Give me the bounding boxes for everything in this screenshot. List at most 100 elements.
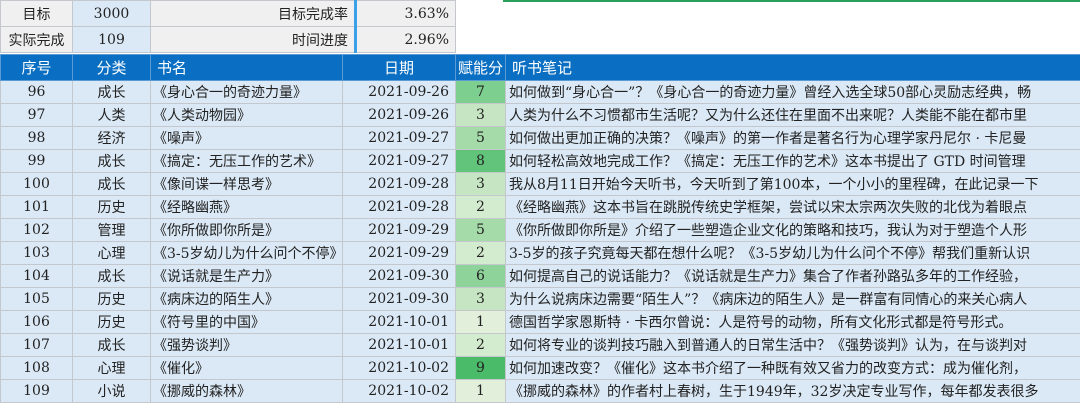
title-cell[interactable]: 《催化》 (150, 356, 343, 380)
header-category[interactable]: 分类 (72, 54, 151, 81)
date-cell[interactable]: 2021-09-28 (342, 195, 456, 219)
date-cell[interactable]: 2021-10-02 (342, 356, 456, 380)
note-cell[interactable]: 如何提高自己的说话能力？《说话就是生产力》集合了作者孙路弘多年的工作经验， (505, 264, 1080, 288)
note-cell[interactable]: 为什么说病床边需要“陌生人”？《病床边的陌生人》是一群富有同情心的来关心病人 (505, 287, 1080, 311)
title-cell[interactable]: 《经略幽燕》 (150, 195, 343, 219)
category-cell[interactable]: 历史 (72, 195, 151, 219)
score-cell[interactable]: 2 (455, 195, 506, 219)
title-cell[interactable]: 《符号里的中国》 (150, 310, 343, 334)
score-cell[interactable]: 7 (455, 80, 506, 104)
title-cell[interactable]: 《3-5岁幼儿为什么问个不停》 (150, 241, 343, 265)
note-cell[interactable]: 《经略幽燕》这本书旨在跳脱传统史学框架，尝试以宋太宗两次失败的北伐为着眼点 (505, 195, 1080, 219)
category-cell[interactable]: 成长 (72, 264, 151, 288)
date-cell[interactable]: 2021-09-26 (342, 103, 456, 127)
date-cell[interactable]: 2021-09-28 (342, 172, 456, 196)
note-cell[interactable]: 3-5岁的孩子究竟每天都在想什么呢？《3-5岁幼儿为什么问个不停》帮我们重新认识 (505, 241, 1080, 265)
category-cell[interactable]: 历史 (72, 310, 151, 334)
title-cell[interactable]: 《搞定：无压工作的艺术》 (150, 149, 343, 173)
score-cell[interactable]: 1 (455, 310, 506, 334)
score-cell[interactable]: 1 (455, 379, 506, 403)
category-cell[interactable]: 心理 (72, 241, 151, 265)
actual-value[interactable]: 109 (72, 26, 151, 53)
date-cell[interactable]: 2021-10-01 (342, 333, 456, 357)
table-row: 99 成长 《搞定：无压工作的艺术》 2021-09-27 8 如何轻松高效地完成工作？《… (0, 149, 1080, 173)
row-number-cell[interactable]: 108 (0, 356, 73, 380)
title-cell[interactable]: 《病床边的陌生人》 (150, 287, 343, 311)
row-number-cell[interactable]: 105 (0, 287, 73, 311)
date-cell[interactable]: 2021-09-30 (342, 264, 456, 288)
row-number-cell[interactable]: 104 (0, 264, 73, 288)
score-cell[interactable]: 8 (455, 149, 506, 173)
note-cell[interactable]: 《挪威的森林》的作者村上春树，生于1949年，32岁决定专业写作，每年都发表很多 (505, 379, 1080, 403)
category-cell[interactable]: 管理 (72, 218, 151, 242)
header-date[interactable]: 日期 (342, 54, 456, 81)
score-cell[interactable]: 9 (455, 356, 506, 380)
score-cell[interactable]: 5 (455, 126, 506, 150)
date-cell[interactable]: 2021-09-29 (342, 241, 456, 265)
category-cell[interactable]: 成长 (72, 333, 151, 357)
title-cell[interactable]: 《你所做即你所是》 (150, 218, 343, 242)
category-cell[interactable]: 经济 (72, 126, 151, 150)
category-cell[interactable]: 成长 (72, 149, 151, 173)
row-number-cell[interactable]: 101 (0, 195, 73, 219)
row-number-cell[interactable]: 109 (0, 379, 73, 403)
title-cell[interactable]: 《噪声》 (150, 126, 343, 150)
header-no[interactable]: 序号 (0, 54, 73, 81)
category-cell[interactable]: 成长 (72, 172, 151, 196)
header-note[interactable]: 听书笔记 (505, 54, 1080, 81)
row-number-cell[interactable]: 97 (0, 103, 73, 127)
note-cell[interactable]: 如何做出更加正确的决策？《噪声》的第一作者是著名行为心理学家丹尼尔 · 卡尼曼 (505, 126, 1080, 150)
category-cell[interactable]: 小说 (72, 379, 151, 403)
date-cell[interactable]: 2021-10-02 (342, 379, 456, 403)
row-number-cell[interactable]: 100 (0, 172, 73, 196)
category-cell[interactable]: 人类 (72, 103, 151, 127)
date-cell[interactable]: 2021-09-27 (342, 126, 456, 150)
date-cell[interactable]: 2021-09-27 (342, 149, 456, 173)
note-cell[interactable]: 我从8月11日开始今天听书，今天听到了第100本，一个小小的里程碑，在此记录一下 (505, 172, 1080, 196)
row-number-cell[interactable]: 102 (0, 218, 73, 242)
title-cell[interactable]: 《强势谈判》 (150, 333, 343, 357)
table-row: 109 小说 《挪威的森林》 2021-10-02 1 《挪威的森林》的作者村上春树，生于… (0, 379, 1080, 403)
title-cell[interactable]: 《人类动物园》 (150, 103, 343, 127)
category-cell[interactable]: 心理 (72, 356, 151, 380)
row-number-cell[interactable]: 106 (0, 310, 73, 334)
row-number-cell[interactable]: 107 (0, 333, 73, 357)
title-cell[interactable]: 《身心合一的奇迹力量》 (150, 80, 343, 104)
title-cell[interactable]: 《说话就是生产力》 (150, 264, 343, 288)
title-cell[interactable]: 《挪威的森林》 (150, 379, 343, 403)
note-cell[interactable]: 如何轻松高效地完成工作？《搞定：无压工作的艺术》这本书提出了 GTD 时间管理 (505, 149, 1080, 173)
note-cell[interactable]: 人类为什么不习惯都市生活呢？又为什么还住在里面不出来呢？人类能不能在都市里 (505, 103, 1080, 127)
date-cell[interactable]: 2021-10-01 (342, 310, 456, 334)
score-cell[interactable]: 5 (455, 218, 506, 242)
note-cell[interactable]: 《你所做即你所是》介绍了一些塑造企业文化的策略和技巧，我认为对于塑造个人形 (505, 218, 1080, 242)
title-cell[interactable]: 《像间谍一样思考》 (150, 172, 343, 196)
header-title[interactable]: 书名 (150, 54, 343, 81)
score-cell[interactable]: 6 (455, 264, 506, 288)
score-cell[interactable]: 2 (455, 333, 506, 357)
table-row: 105 历史 《病床边的陌生人》 2021-09-30 3 为什么说病床边需要“陌生人”？… (0, 287, 1080, 311)
score-cell[interactable]: 3 (455, 172, 506, 196)
time-progress-value[interactable]: 2.96% (354, 26, 456, 53)
row-number-cell[interactable]: 99 (0, 149, 73, 173)
date-cell[interactable]: 2021-09-30 (342, 287, 456, 311)
category-cell[interactable]: 成长 (72, 80, 151, 104)
row-number-cell[interactable]: 96 (0, 80, 73, 104)
row-number-cell[interactable]: 103 (0, 241, 73, 265)
header-score[interactable]: 赋能分 (455, 54, 506, 81)
note-cell[interactable]: 如何加速改变？《催化》这本书介绍了一种既有效又省力的改变方式：成为催化剂， (505, 356, 1080, 380)
note-cell[interactable]: 如何将专业的谈判技巧融入到普通人的日常生活中？《强势谈判》认为，在与谈判对 (505, 333, 1080, 357)
time-progress-label: 时间进度 (150, 26, 356, 53)
score-cell[interactable]: 3 (455, 103, 506, 127)
completion-rate-value[interactable]: 3.63% (354, 0, 456, 27)
date-cell[interactable]: 2021-09-29 (342, 218, 456, 242)
note-cell[interactable]: 德国哲学家恩斯特 · 卡西尔曾说：人是符号的动物，所有文化形式都是符号形式。 (505, 310, 1080, 334)
category-cell[interactable]: 历史 (72, 287, 151, 311)
table-row: 98 经济 《噪声》 2021-09-27 5 如何做出更加正确的决策？《噪声》的第一作者… (0, 126, 1080, 150)
note-cell[interactable]: 如何做到“身心合一”？《身心合一的奇迹力量》曾经入选全球50部心灵励志经典，畅 (505, 80, 1080, 104)
score-cell[interactable]: 3 (455, 287, 506, 311)
date-cell[interactable]: 2021-09-26 (342, 80, 456, 104)
table-row: 107 成长 《强势谈判》 2021-10-01 2 如何将专业的谈判技巧融入到普通人的日… (0, 333, 1080, 357)
row-number-cell[interactable]: 98 (0, 126, 73, 150)
score-cell[interactable]: 2 (455, 241, 506, 265)
target-value[interactable]: 3000 (72, 0, 151, 27)
